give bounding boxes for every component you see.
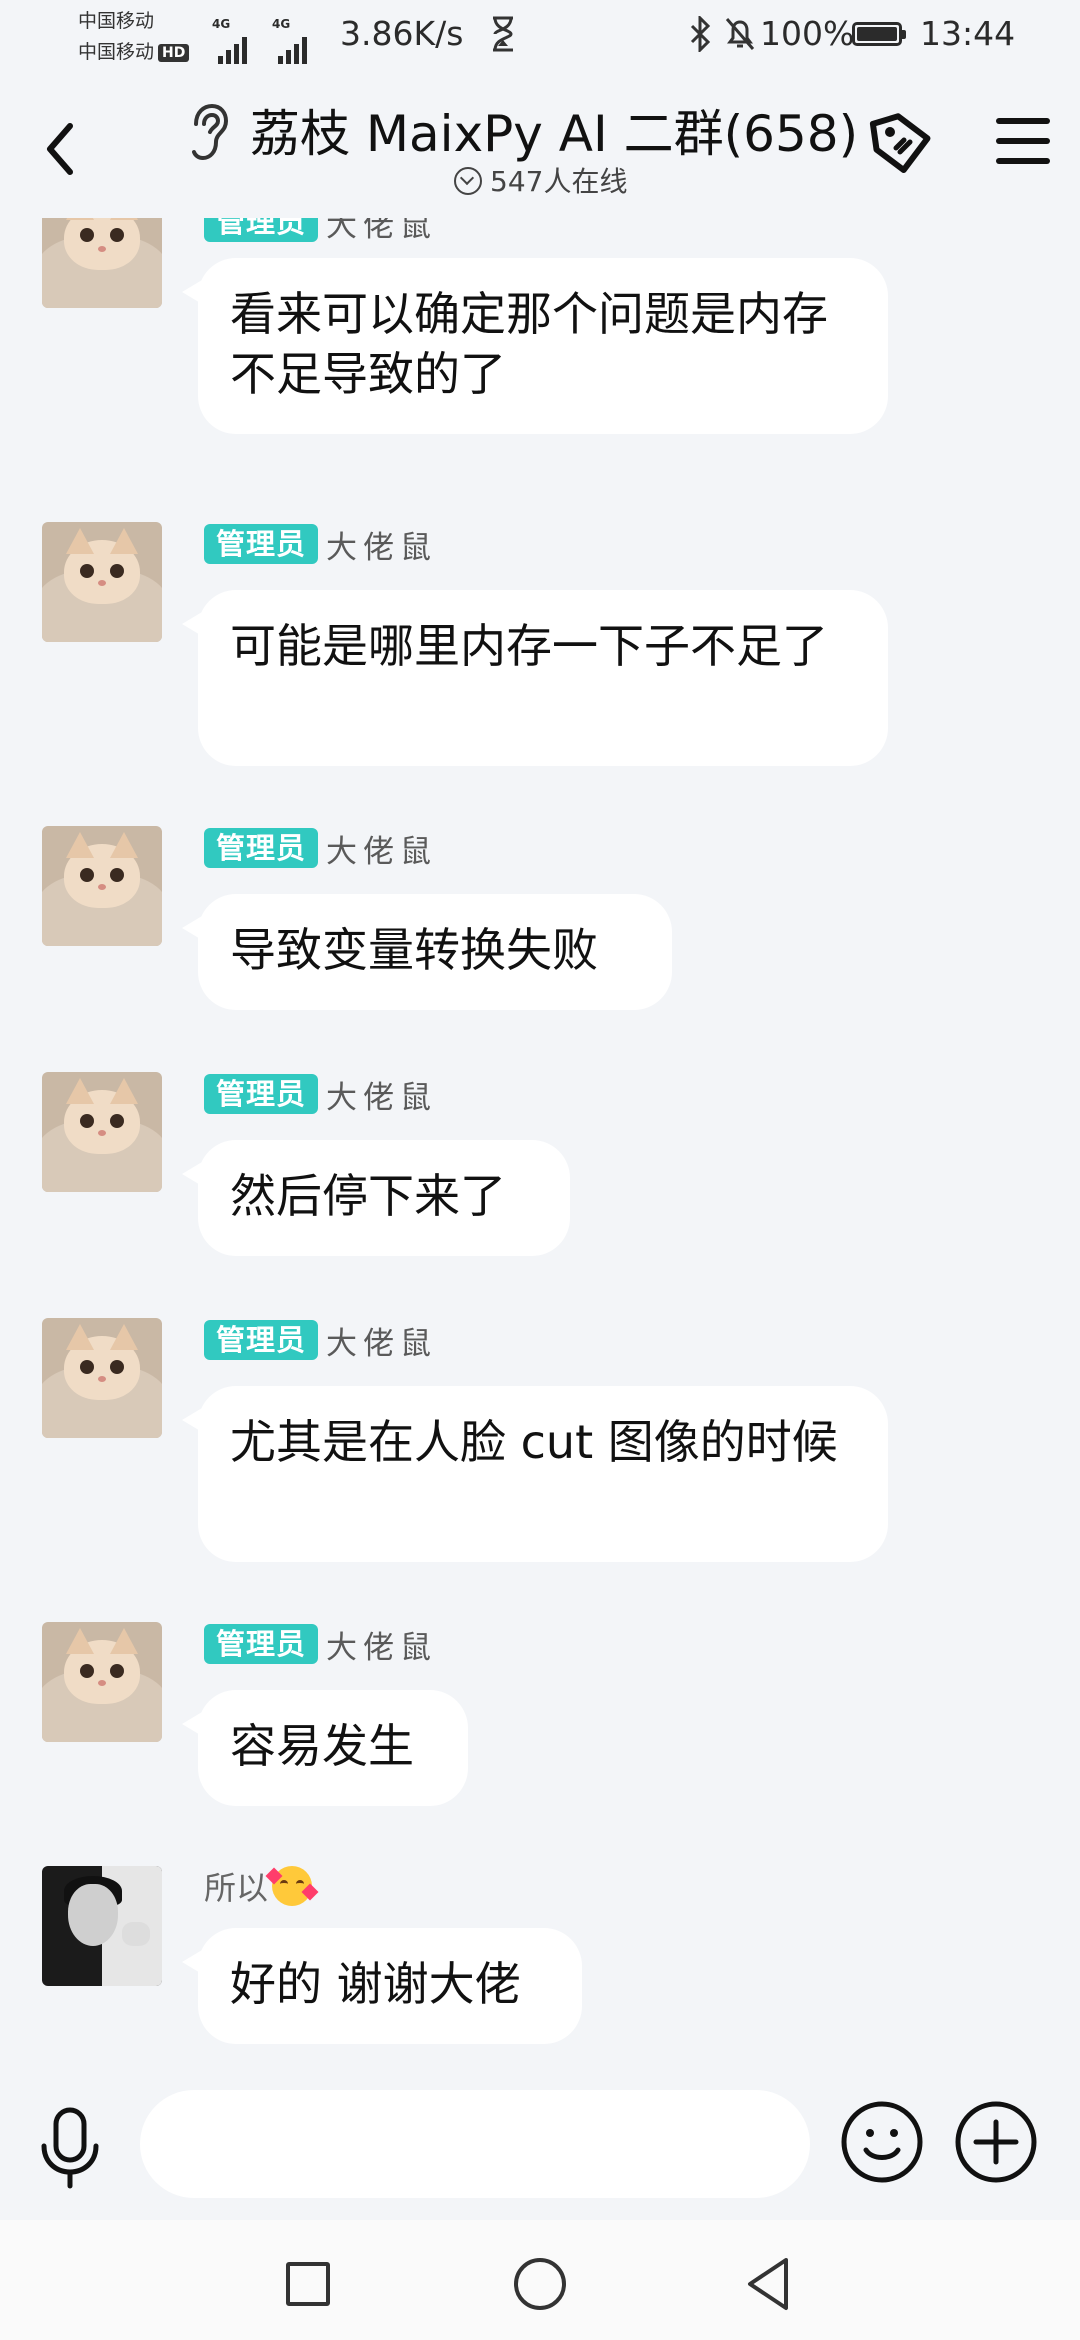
admin-badge: 管理员 xyxy=(204,1320,319,1360)
message-bubble[interactable]: 尤其是在人脸 cut 图像的时候 xyxy=(182,1386,888,1562)
message-bubble[interactable]: 可能是哪里内存一下子不足了 xyxy=(182,590,888,766)
battery-icon xyxy=(852,22,906,46)
nav-back-icon[interactable] xyxy=(744,2256,792,2312)
hd-badge: HD xyxy=(158,43,190,62)
plus-icon[interactable] xyxy=(954,2100,1038,2184)
online-count[interactable]: 547人在线 xyxy=(454,160,627,200)
sender-info: 管理员 大佬鼠 xyxy=(204,826,437,871)
ear-icon[interactable] xyxy=(186,102,230,162)
message-bubble[interactable]: 好的 谢谢大佬 xyxy=(182,1928,582,2044)
admin-badge: 管理员 xyxy=(204,828,319,868)
message-bubble[interactable]: 然后停下来了 xyxy=(182,1140,570,1256)
online-count-label: 547人在线 xyxy=(490,165,628,198)
admin-badge: 管理员 xyxy=(204,1074,319,1114)
admin-badge: 管理员 xyxy=(204,218,319,242)
smiling-hearts-emoji-icon xyxy=(265,1866,319,1906)
chevron-down-icon xyxy=(454,167,482,195)
message-bubble[interactable]: 导致变量转换失败 xyxy=(182,894,672,1010)
chat-title[interactable]: 荔枝 MaixPy AI 二群(658) xyxy=(250,94,858,166)
clock: 13:44 xyxy=(920,14,1016,53)
network-speed: 3.86K/s xyxy=(340,14,464,53)
hourglass-icon xyxy=(493,16,513,52)
bell-muted-icon xyxy=(725,18,755,50)
bluetooth-icon xyxy=(690,16,711,52)
message-input[interactable] xyxy=(140,2090,810,2198)
carrier-info: 中国移动 中国移动 HD xyxy=(78,6,190,68)
admin-badge: 管理员 xyxy=(204,524,319,564)
chat-header: 荔枝 MaixPy AI 二群(658) 547人在线 xyxy=(0,78,1080,218)
sender-info: 管理员 大佬鼠 xyxy=(204,218,437,245)
back-icon[interactable] xyxy=(36,114,86,184)
admin-badge: 管理员 xyxy=(204,1624,319,1664)
sender-info: 管理员 大佬鼠 xyxy=(204,522,437,567)
sender-name[interactable]: 所以 xyxy=(204,1863,268,1909)
avatar[interactable] xyxy=(42,1866,162,1986)
recents-icon[interactable] xyxy=(286,2262,330,2306)
sender-info: 所以 xyxy=(204,1863,319,1909)
carrier-2: 中国移动 xyxy=(78,41,155,63)
network-type-1: 4G xyxy=(212,17,231,31)
menu-icon[interactable] xyxy=(996,118,1050,164)
sender-info: 管理员 大佬鼠 xyxy=(204,1072,437,1117)
system-nav-bar xyxy=(0,2220,1080,2340)
sender-name[interactable]: 大佬鼠 xyxy=(326,522,437,567)
message-bubble[interactable]: 容易发生 xyxy=(182,1690,468,1806)
avatar[interactable] xyxy=(42,522,162,642)
avatar[interactable] xyxy=(42,826,162,946)
avatar[interactable] xyxy=(42,1318,162,1438)
battery-percent: 100% xyxy=(760,14,855,53)
home-icon[interactable] xyxy=(514,2258,566,2310)
input-bar xyxy=(0,2070,1080,2220)
sender-name[interactable]: 大佬鼠 xyxy=(326,218,437,245)
avatar[interactable] xyxy=(42,1072,162,1192)
status-bar: 中国移动 中国移动 HD 4G 4G 3.86K/s 100% 13:44 xyxy=(0,0,1080,78)
message-bubble[interactable]: 看来可以确定那个问题是内存不足导致的了 xyxy=(182,258,888,434)
sender-info: 管理员 大佬鼠 xyxy=(204,1622,437,1667)
avatar[interactable] xyxy=(42,218,162,308)
carrier-1: 中国移动 xyxy=(78,10,155,32)
avatar[interactable] xyxy=(42,1622,162,1742)
sender-name[interactable]: 大佬鼠 xyxy=(326,1072,437,1117)
sender-name[interactable]: 大佬鼠 xyxy=(326,826,437,871)
sender-info: 管理员 大佬鼠 xyxy=(204,1318,437,1363)
tag-icon[interactable] xyxy=(866,108,938,180)
mic-icon[interactable] xyxy=(36,2106,104,2192)
smile-icon[interactable] xyxy=(840,2100,924,2184)
sender-name[interactable]: 大佬鼠 xyxy=(326,1622,437,1667)
message-list[interactable]: 管理员 大佬鼠 看来可以确定那个问题是内存不足导致的了 管理员 大佬鼠 可能是哪… xyxy=(0,218,1080,2070)
sender-name[interactable]: 大佬鼠 xyxy=(326,1318,437,1363)
network-type-2: 4G xyxy=(272,17,291,31)
